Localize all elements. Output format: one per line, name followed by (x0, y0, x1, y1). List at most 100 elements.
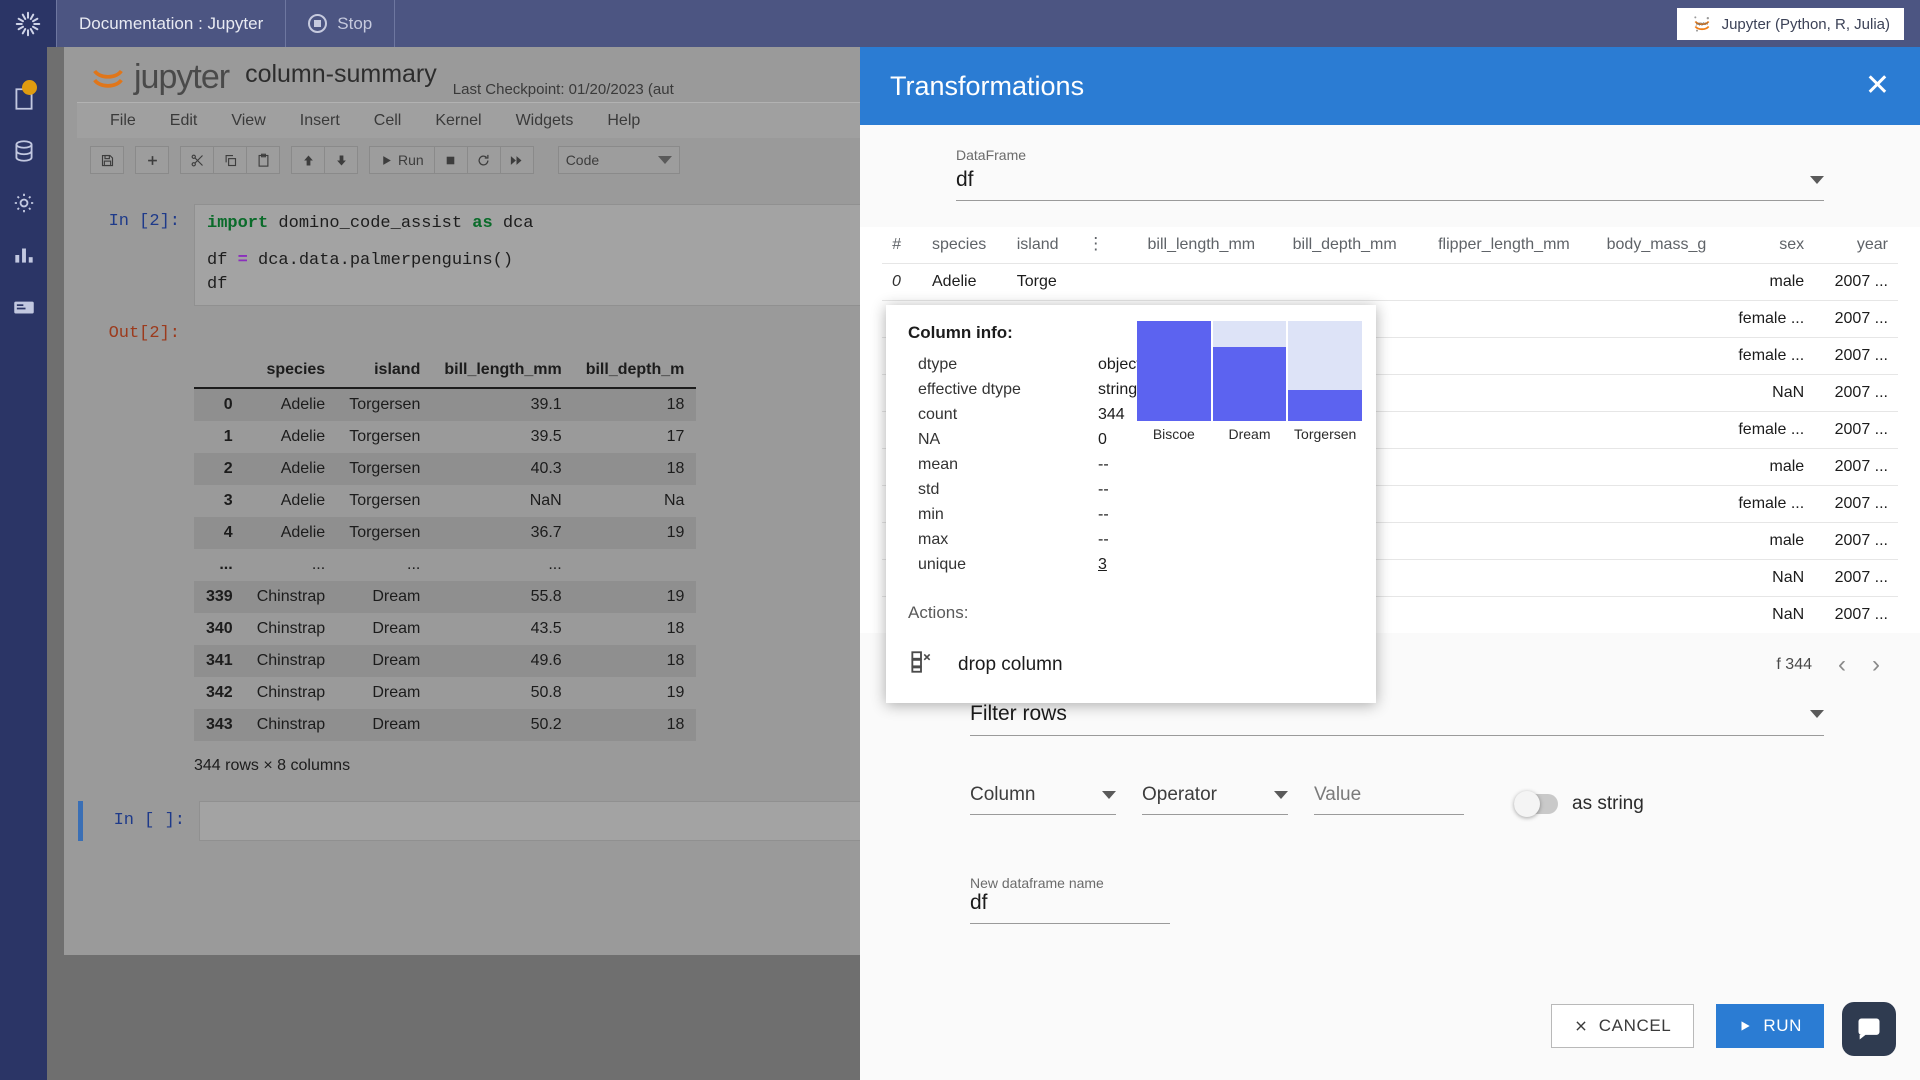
table-cell: 18 (666, 395, 685, 413)
chart-bar-column (1288, 321, 1363, 421)
cancel-button[interactable]: CANCEL (1550, 1004, 1695, 1048)
value-input[interactable]: Value (1314, 784, 1464, 815)
table-cell: Adelie (280, 459, 326, 477)
copy-icon[interactable] (213, 146, 247, 174)
popover-stat-row: max -- (908, 527, 1354, 552)
cell-type-select[interactable]: Code (557, 146, 680, 174)
table-row: 1 Adelie Torgersen 39.5 17 (194, 421, 696, 453)
grid-cell: 2007 ... (1814, 263, 1898, 301)
grid-col-species: species (932, 236, 987, 253)
table-cell: 17 (666, 427, 685, 445)
paste-icon[interactable] (246, 146, 280, 174)
grid-row-index: 0 (882, 263, 922, 301)
transformation-select[interactable]: Filter rows (970, 699, 1824, 736)
as-string-toggle-wrap: as string (1514, 791, 1644, 817)
chevron-right-icon[interactable]: › (1872, 651, 1880, 679)
modal-footer: CANCEL RUN (860, 972, 1920, 1080)
table-cell: Chinstrap (256, 651, 326, 669)
project-title[interactable]: Documentation : Jupyter (56, 0, 287, 47)
grid-cell: NaN (1716, 559, 1815, 597)
new-dataframe-input[interactable]: df (970, 891, 1170, 924)
table-cell: ... (407, 555, 421, 573)
menu-help[interactable]: Help (590, 112, 657, 130)
table-cell: Torgersen (349, 395, 421, 413)
grid-cell: female ... (1716, 411, 1815, 449)
dataframe-field: DataFrame df (860, 125, 1920, 201)
grid-cell (1579, 300, 1717, 338)
as-string-toggle[interactable] (1514, 791, 1558, 817)
plus-icon[interactable] (135, 146, 169, 174)
menu-kernel[interactable]: Kernel (418, 112, 498, 130)
scissors-icon[interactable] (180, 146, 214, 174)
drop-column-action[interactable]: drop column (908, 649, 1354, 681)
menu-widgets[interactable]: Widgets (499, 112, 591, 130)
table-cell: Chinstrap (256, 683, 326, 701)
popover-stat-value[interactable]: 3 (1098, 556, 1107, 574)
rail-item-analytics[interactable] (0, 229, 47, 281)
menu-edit[interactable]: Edit (153, 112, 215, 130)
rail-item-files[interactable] (0, 73, 47, 125)
column-select-label: Column (970, 784, 1036, 805)
table-cell: Adelie (280, 523, 326, 541)
operator-select[interactable]: Operator (1142, 784, 1288, 815)
fast-forward-icon[interactable] (499, 146, 534, 174)
modal-title: Transformations (890, 70, 1085, 101)
kebab-menu-icon[interactable]: ⋮ (1077, 227, 1119, 264)
chevron-down-icon (1274, 791, 1288, 799)
table-cell: Dream (372, 619, 421, 637)
table-cell: Torgersen (349, 427, 421, 445)
help-chat-button[interactable] (1842, 1002, 1896, 1056)
grid-cell (1579, 485, 1717, 523)
table-cell (574, 549, 697, 581)
chart-bar-column (1137, 321, 1211, 421)
grid-col-body_mass_g: body_mass_g (1606, 236, 1707, 253)
grid-cell (1119, 263, 1266, 301)
grid-cell (1579, 559, 1717, 597)
menu-insert[interactable]: Insert (283, 112, 357, 130)
row-index: 0 (223, 395, 233, 413)
rail-item-workspaces[interactable] (0, 281, 47, 333)
grid-cell (1579, 522, 1717, 560)
restart-icon[interactable] (466, 146, 501, 174)
row-index: 340 (206, 619, 233, 637)
table-cell: 19 (666, 683, 685, 701)
modal-body: DataFrame df # species island ⋮ bill_length_… (860, 125, 1920, 972)
row-index: ... (219, 555, 233, 573)
grid-cell: 2007 ... (1814, 300, 1898, 338)
column-select[interactable]: Column (970, 784, 1116, 815)
grid-col-bill_depth_mm: bill_depth_mm (1292, 236, 1397, 253)
notebook-name[interactable]: column-summary (245, 60, 437, 89)
menu-cell[interactable]: Cell (357, 112, 419, 130)
th-index (194, 352, 245, 389)
svg-text:jupyter: jupyter (1694, 21, 1708, 26)
chart-bar (1288, 390, 1363, 421)
stop-button[interactable]: Stop (286, 0, 396, 47)
grid-cell: 2007 ... (1814, 559, 1898, 597)
chevron-left-icon[interactable]: ‹ (1838, 651, 1846, 679)
popover-stat-value: -- (1098, 455, 1109, 473)
table-cell: Na (663, 491, 685, 509)
rail-item-data[interactable] (0, 125, 47, 177)
menu-view[interactable]: View (214, 112, 282, 130)
table-cell: 39.5 (530, 427, 562, 445)
dataframe-select[interactable]: df (956, 168, 1824, 201)
run-button[interactable]: RUN (1716, 1004, 1824, 1048)
close-icon[interactable]: ✕ (1865, 71, 1890, 101)
rail-item-settings[interactable] (0, 177, 47, 229)
save-icon[interactable] (90, 146, 124, 174)
grid-cell: NaN (1716, 596, 1815, 633)
kernel-chip[interactable]: jupyter Jupyter (Python, R, Julia) (1676, 8, 1904, 40)
menu-file[interactable]: File (93, 112, 153, 130)
arrow-down-icon[interactable] (324, 146, 358, 174)
kernel-chip-label: Jupyter (Python, R, Julia) (1721, 15, 1890, 33)
square-icon[interactable] (433, 146, 468, 174)
popover-stat-value: -- (1098, 530, 1109, 548)
grid-cell (1579, 337, 1717, 375)
domino-logo-icon[interactable] (0, 0, 56, 47)
grid-cell: 2007 ... (1814, 374, 1898, 412)
stop-circle-icon (308, 14, 328, 33)
grid-cell: male (1716, 522, 1815, 560)
run-button[interactable]: Run (369, 146, 435, 174)
grid-cell (1406, 337, 1580, 375)
arrow-up-icon[interactable] (291, 146, 325, 174)
